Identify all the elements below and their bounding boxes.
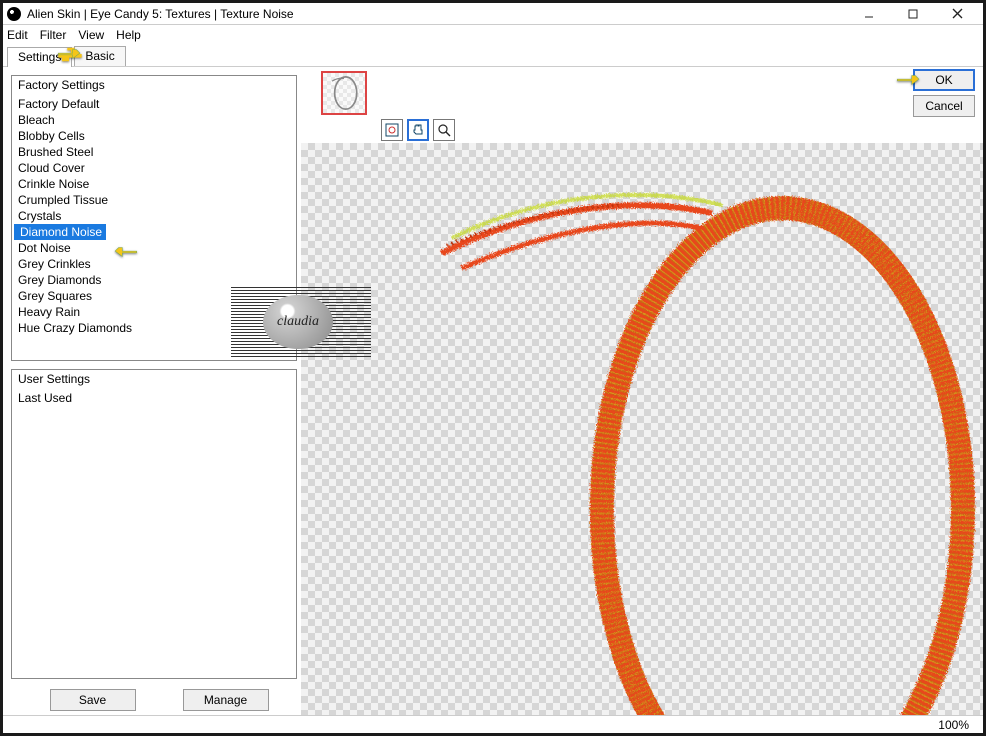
- tab-basic[interactable]: Basic: [74, 46, 125, 66]
- watermark-label: claudia: [263, 295, 333, 349]
- dialog-buttons: OK Cancel: [913, 69, 975, 117]
- status-bar: 100%: [3, 715, 983, 733]
- menu-filter[interactable]: Filter: [40, 28, 67, 42]
- watermark: claudia: [231, 287, 371, 357]
- list-item[interactable]: Grey Crinkles: [12, 256, 296, 272]
- hand-tool-icon[interactable]: [407, 119, 429, 141]
- settings-button-row: Save Manage: [11, 679, 297, 711]
- title-bar: Alien Skin | Eye Candy 5: Textures | Tex…: [3, 3, 983, 25]
- list-item[interactable]: Brushed Steel: [12, 144, 296, 160]
- list-item[interactable]: Crumpled Tissue: [12, 192, 296, 208]
- tab-settings[interactable]: Settings: [7, 47, 72, 67]
- preview-tools: [381, 119, 455, 141]
- minimize-button[interactable]: [847, 4, 891, 24]
- factory-settings-header: Factory Settings: [12, 76, 296, 96]
- ok-button[interactable]: OK: [913, 69, 975, 91]
- menu-edit[interactable]: Edit: [7, 28, 28, 42]
- list-item[interactable]: Crinkle Noise: [12, 176, 296, 192]
- list-item[interactable]: Blobby Cells: [12, 128, 296, 144]
- list-item[interactable]: Factory Default: [12, 96, 296, 112]
- list-item[interactable]: Last Used: [12, 390, 296, 406]
- tabs-row: Settings Basic: [3, 45, 983, 67]
- list-item[interactable]: Dot Noise: [12, 240, 296, 256]
- window-title: Alien Skin | Eye Candy 5: Textures | Tex…: [27, 7, 847, 21]
- user-settings-listbox[interactable]: User Settings Last Used: [11, 369, 297, 679]
- app-icon: [7, 7, 21, 21]
- preview-thumbnail[interactable]: [321, 71, 367, 115]
- menu-view[interactable]: View: [78, 28, 104, 42]
- menu-help[interactable]: Help: [116, 28, 141, 42]
- user-settings-header: User Settings: [12, 370, 296, 390]
- list-item[interactable]: Crystals: [12, 208, 296, 224]
- magnifier-icon[interactable]: [433, 119, 455, 141]
- close-button[interactable]: [935, 4, 979, 24]
- left-panel: Factory Settings Factory DefaultBleachBl…: [3, 67, 301, 715]
- zoom-level: 100%: [938, 718, 969, 732]
- main-area: Factory Settings Factory DefaultBleachBl…: [3, 67, 983, 715]
- window-controls: [847, 4, 979, 24]
- manage-button[interactable]: Manage: [183, 689, 269, 711]
- preview-area: OK Cancel: [301, 67, 983, 715]
- maximize-button[interactable]: [891, 4, 935, 24]
- list-item[interactable]: Diamond Noise: [14, 224, 106, 240]
- zoom-fit-icon[interactable]: [381, 119, 403, 141]
- list-item[interactable]: Bleach: [12, 112, 296, 128]
- list-item[interactable]: Cloud Cover: [12, 160, 296, 176]
- preview-canvas[interactable]: [301, 143, 983, 715]
- cancel-button[interactable]: Cancel: [913, 95, 975, 117]
- save-button[interactable]: Save: [50, 689, 136, 711]
- menu-bar: Edit Filter View Help: [3, 25, 983, 45]
- list-item[interactable]: Grey Diamonds: [12, 272, 296, 288]
